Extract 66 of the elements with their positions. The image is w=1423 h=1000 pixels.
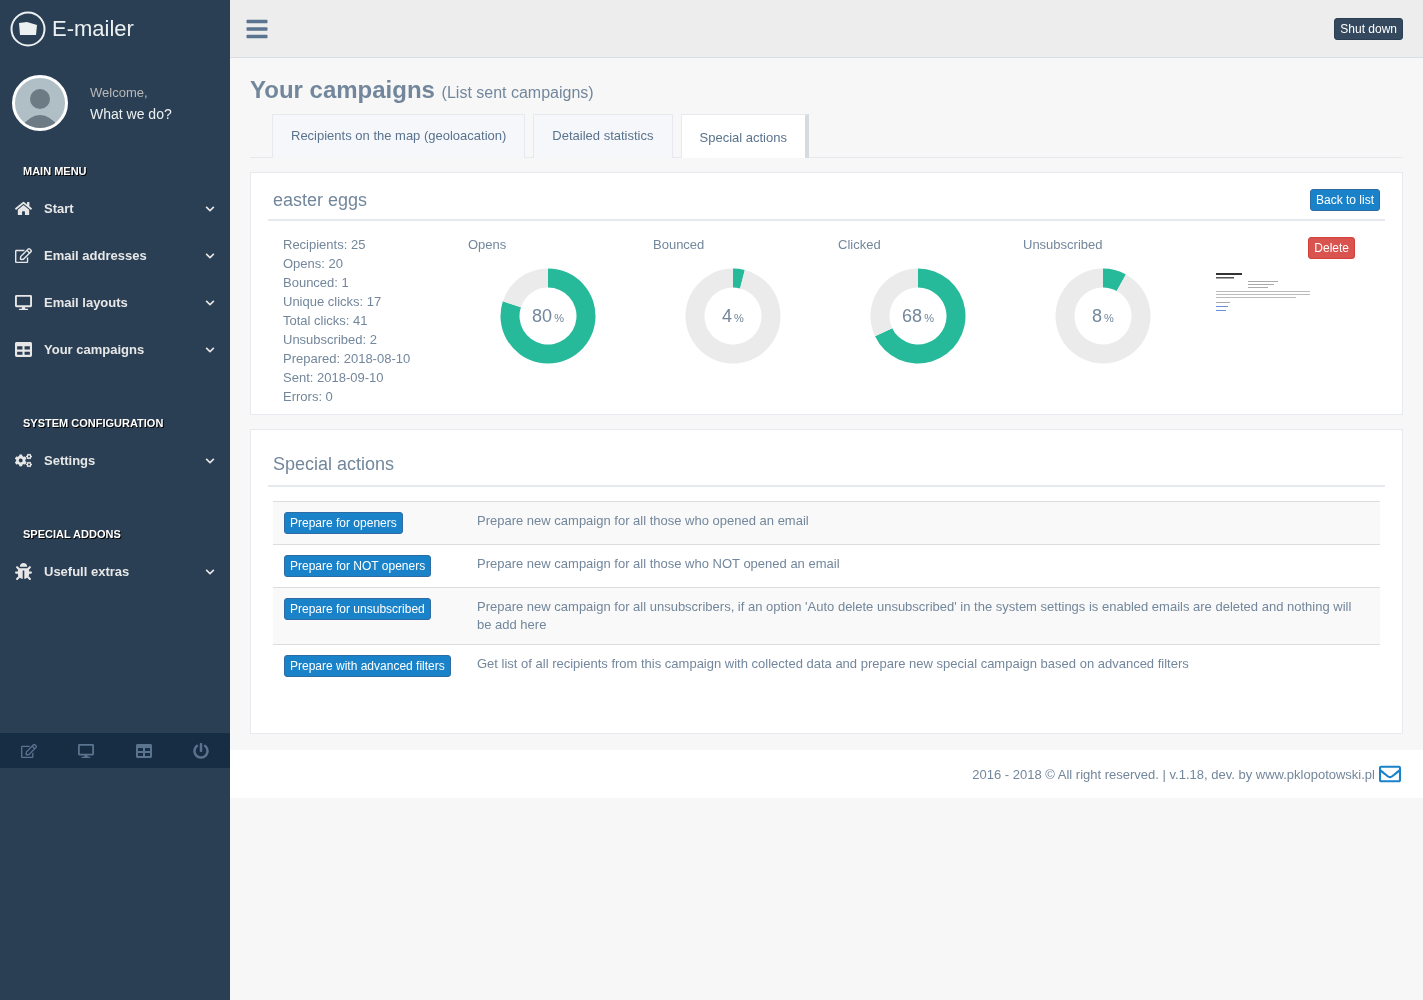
chart-title: Opens bbox=[468, 237, 508, 252]
bug-icon bbox=[15, 563, 32, 580]
shut-down-button[interactable]: Shut down bbox=[1334, 17, 1403, 40]
welcome-text: Welcome, bbox=[90, 84, 149, 100]
envelope-icon bbox=[1379, 763, 1401, 785]
action-description: Prepare new campaign for all those who opened an email bbox=[477, 512, 809, 530]
sidebar-item[interactable]: Email addresses bbox=[0, 232, 230, 279]
edit-icon[interactable] bbox=[20, 742, 37, 759]
prepare-button[interactable]: Prepare for openers bbox=[284, 512, 403, 534]
tab[interactable]: Recipients on the map (geoloacation) bbox=[272, 114, 526, 158]
campaign-name: easter eggs bbox=[273, 189, 368, 211]
sidebar-item[interactable]: Email layouts bbox=[0, 279, 230, 326]
sidebar-item[interactable]: Your campaigns bbox=[0, 326, 230, 373]
chart-title: Clicked bbox=[838, 237, 882, 252]
sidebar-item[interactable]: Start bbox=[0, 185, 230, 232]
stat-text: Prepared: 2018-08-10 bbox=[283, 351, 412, 366]
chevron-down-icon bbox=[205, 250, 215, 261]
footer-text: 2016 - 2018 © All right reserved. | v.1.18, dev. by www.pklopotowski.pl bbox=[972, 766, 1375, 782]
stat-text: Bounced: 1 bbox=[283, 275, 350, 290]
chevron-down-icon bbox=[205, 297, 215, 308]
prepare-button[interactable]: Prepare for unsubscribed bbox=[284, 598, 431, 620]
stat-text: Total clicks: 41 bbox=[283, 313, 369, 328]
section-title: Special actions bbox=[273, 454, 395, 475]
logo-icon bbox=[10, 10, 46, 47]
gauge-value: 8% bbox=[1091, 306, 1115, 327]
gauge-value: 4% bbox=[721, 306, 745, 327]
brand-name: E-mailer bbox=[52, 15, 134, 42]
delete-button[interactable]: Delete bbox=[1308, 237, 1355, 259]
stat-text: Errors: 0 bbox=[283, 389, 334, 404]
menu-section-title: SYSTEM CONFIGURATION bbox=[22, 416, 165, 431]
stat-text: Recipients: 25 bbox=[283, 237, 367, 252]
back-to-list-button[interactable]: Back to list bbox=[1309, 189, 1380, 211]
action-description: Prepare new campaign for all unsubscribers, if an option 'Auto delete unsubscribed' in the system settings is enabled emails are deleted and nothing will be add here bbox=[477, 598, 1353, 634]
chevron-down-icon bbox=[205, 203, 215, 214]
gauge-value: 80% bbox=[531, 306, 565, 327]
chevron-down-icon bbox=[205, 455, 215, 466]
home-icon bbox=[15, 200, 32, 217]
sidebar-item[interactable]: Usefull extras bbox=[0, 548, 230, 595]
stat-text: Unsubscribed: 2 bbox=[283, 332, 378, 347]
gauge-value: 68% bbox=[901, 306, 935, 327]
profile-subtitle: What we do? bbox=[90, 105, 172, 122]
edit-icon bbox=[15, 247, 32, 264]
prepare-button[interactable]: Prepare with advanced filters bbox=[284, 655, 451, 677]
tab[interactable]: Detailed statistics bbox=[533, 114, 673, 158]
avatar bbox=[12, 75, 68, 131]
chart-title: Bounced bbox=[653, 237, 706, 252]
menu-section-title: SPECIAL ADDONS bbox=[22, 527, 122, 542]
monitor-icon bbox=[15, 294, 32, 311]
action-description: Prepare new campaign for all those who NOT opened an email bbox=[477, 555, 840, 573]
menu-section-title: MAIN MENU bbox=[22, 164, 88, 179]
tab[interactable]: Special actions bbox=[680, 114, 809, 158]
prepare-button[interactable]: Prepare for NOT openers bbox=[284, 555, 432, 577]
chevron-down-icon bbox=[205, 566, 215, 577]
action-description: Get list of all recipients from this campaign with collected data and prepare new special campaign based on advanced filters bbox=[477, 655, 1189, 673]
power-icon[interactable] bbox=[193, 742, 210, 759]
chevron-down-icon bbox=[205, 344, 215, 355]
stat-text: Opens: 20 bbox=[283, 256, 344, 271]
chart-title: Unsubscribed bbox=[1023, 237, 1104, 252]
stat-text: Sent: 2018-09-10 bbox=[283, 370, 385, 385]
table-icon[interactable] bbox=[135, 742, 152, 759]
stat-text: Unique clicks: 17 bbox=[283, 294, 383, 309]
sidebar-item[interactable]: Settings bbox=[0, 437, 230, 484]
monitor-icon[interactable] bbox=[78, 742, 95, 759]
page-title: Your campaigns (List sent campaigns) bbox=[250, 76, 595, 104]
table-icon bbox=[15, 341, 32, 358]
gears-icon bbox=[15, 452, 32, 469]
